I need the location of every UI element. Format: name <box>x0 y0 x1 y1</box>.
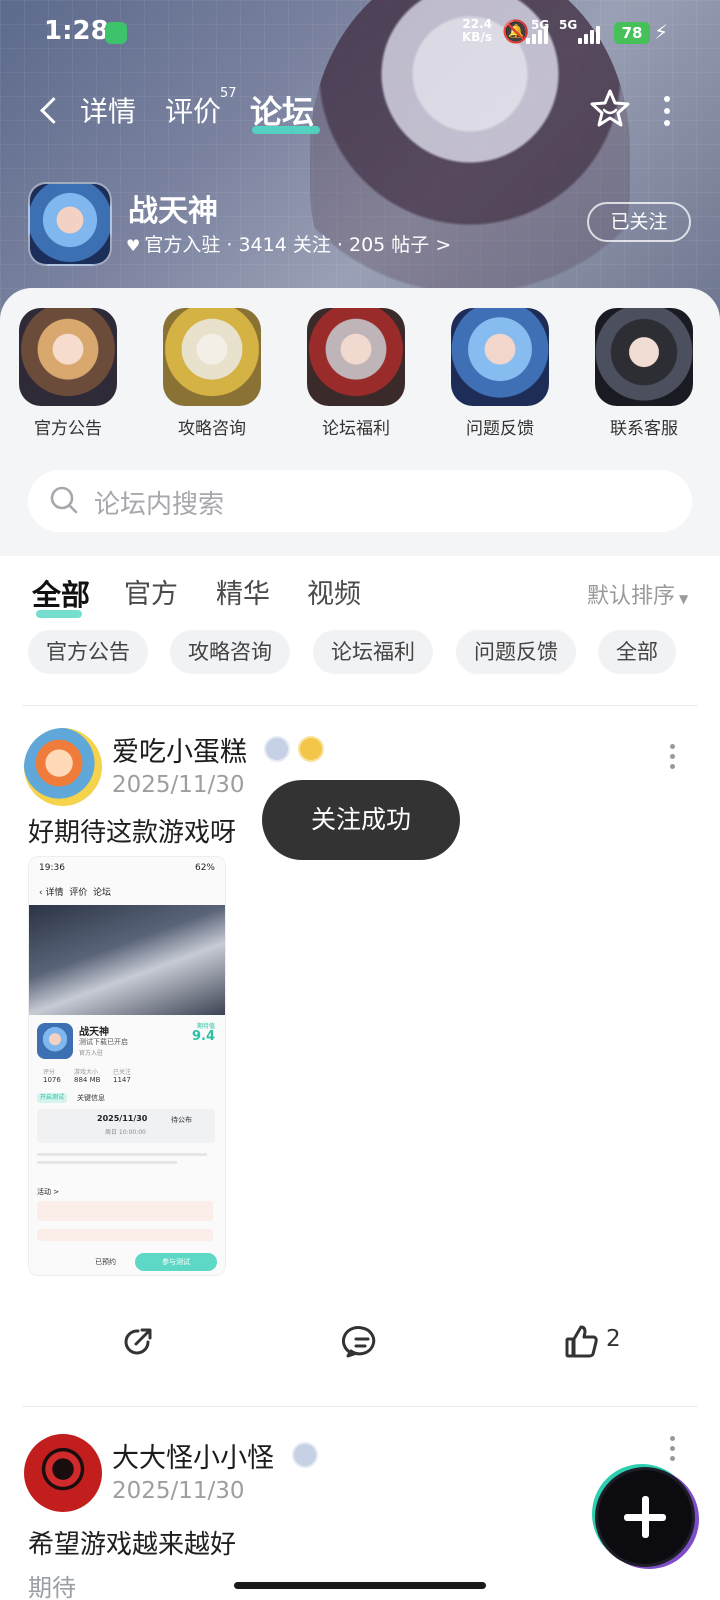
shortcut-support-image <box>595 308 693 406</box>
signal-2-icon <box>578 24 602 44</box>
post-tag[interactable]: 期待 <box>28 1568 76 1600</box>
post-username[interactable]: 爱吃小蛋糕 <box>112 730 247 769</box>
share-icon[interactable] <box>118 1322 158 1362</box>
tab-details[interactable]: 详情 <box>80 90 136 130</box>
game-name: 战天神 <box>128 194 218 229</box>
post-text: 好期待这款游戏呀 <box>28 818 237 848</box>
post-text: 希望游戏越来越好 <box>28 1530 237 1560</box>
like-count: 2 <box>606 1326 621 1352</box>
back-icon[interactable] <box>34 92 64 128</box>
top-nav: 详情 评价 57 论坛 <box>0 78 720 142</box>
toast-message: 关注成功 <box>262 780 460 860</box>
chip-announcements[interactable]: 官方公告 <box>28 630 148 674</box>
shortcut-guides-image <box>163 308 261 406</box>
post-image[interactable]: 19:36 62% ‹ 详情 评价 论坛 战天神 测试下载已开启 官方入驻 期待… <box>28 856 226 1276</box>
game-header: 战天神 ♥ 官方入驻 · 3414 关注 · 205 帖子 > 已关注 <box>0 178 720 270</box>
battery-icon: 78 <box>614 22 650 44</box>
status-time: 1:28 <box>44 16 109 46</box>
app-notification-icon <box>105 22 127 44</box>
shortcut-support[interactable]: 联系客服 <box>584 308 704 439</box>
filter-tab-featured[interactable]: 精华 <box>216 572 270 611</box>
signal-1-icon <box>526 24 550 44</box>
home-indicator[interactable] <box>234 1582 486 1589</box>
user-avatar[interactable] <box>24 728 102 806</box>
post-date: 2025/11/30 <box>112 772 245 798</box>
post-more-icon[interactable] <box>670 1436 676 1466</box>
sort-dropdown[interactable]: 默认排序 ▼ <box>587 578 688 610</box>
chip-all[interactable]: 全部 <box>598 630 676 674</box>
post-actions: 2 <box>0 1316 720 1366</box>
like-icon[interactable] <box>562 1322 602 1362</box>
search-icon <box>50 486 78 514</box>
shortcut-feedback[interactable]: 问题反馈 <box>440 308 560 439</box>
comment-icon[interactable] <box>342 1322 382 1362</box>
user-level-badge-icon <box>292 1442 318 1468</box>
shortcut-guides[interactable]: 攻略咨询 <box>152 308 272 439</box>
filter-tab-video[interactable]: 视频 <box>307 572 361 611</box>
net-speed: 22.4 KB/s <box>462 17 492 44</box>
game-icon[interactable] <box>28 182 112 266</box>
favorite-star-icon[interactable] <box>590 88 630 128</box>
filter-tab-all[interactable]: 全部 <box>32 572 90 614</box>
filter-tab-official[interactable]: 官方 <box>124 572 178 611</box>
search-placeholder: 论坛内搜索 <box>94 490 225 520</box>
shortcut-announcements-image <box>19 308 117 406</box>
charging-icon: ⚡ <box>654 20 669 44</box>
follow-button[interactable]: 已关注 <box>587 202 691 242</box>
post-date: 2025/11/30 <box>112 1478 245 1504</box>
signal-2-label: 5G <box>559 18 578 32</box>
tab-forum[interactable]: 论坛 <box>250 87 314 133</box>
caret-down-icon: ▼ <box>679 592 689 606</box>
user-avatar[interactable] <box>24 1434 102 1512</box>
tab-reviews[interactable]: 评价 <box>165 90 221 130</box>
user-medal-badge-icon <box>298 736 324 762</box>
shortcut-benefits-image <box>307 308 405 406</box>
chip-feedback[interactable]: 问题反馈 <box>456 630 576 674</box>
chip-benefits[interactable]: 论坛福利 <box>313 630 433 674</box>
post-more-icon[interactable] <box>670 744 676 774</box>
reviews-count-badge: 57 <box>220 86 237 101</box>
status-bar: 1:28 22.4 KB/s 🔕 5G 5G 78 ⚡ <box>0 0 720 64</box>
shortcut-announcements[interactable]: 官方公告 <box>8 308 128 439</box>
more-options-icon[interactable] <box>664 96 672 126</box>
forum-shortcuts: 官方公告 攻略咨询 论坛福利 问题反馈 联系客服 <box>0 308 720 439</box>
forum-content: 全部 官方 精华 视频 默认排序 ▼ 官方公告 攻略咨询 论坛福利 问题反馈 全部… <box>0 556 720 1600</box>
filter-tabs: 全部 官方 精华 视频 默认排序 ▼ <box>0 570 720 618</box>
user-level-badge-icon <box>264 736 290 762</box>
game-meta[interactable]: ♥ 官方入驻 · 3414 关注 · 205 帖子 > <box>126 230 451 257</box>
chip-guides[interactable]: 攻略咨询 <box>170 630 290 674</box>
create-post-button[interactable] <box>598 1470 692 1564</box>
screenshot-banner <box>29 905 225 1015</box>
shortcut-feedback-image <box>451 308 549 406</box>
post-username[interactable]: 大大怪小小怪 <box>112 1436 274 1475</box>
official-heart-icon: ♥ <box>126 236 141 255</box>
forum-search-input[interactable]: 论坛内搜索 <box>28 470 692 532</box>
shortcut-benefits[interactable]: 论坛福利 <box>296 308 416 439</box>
